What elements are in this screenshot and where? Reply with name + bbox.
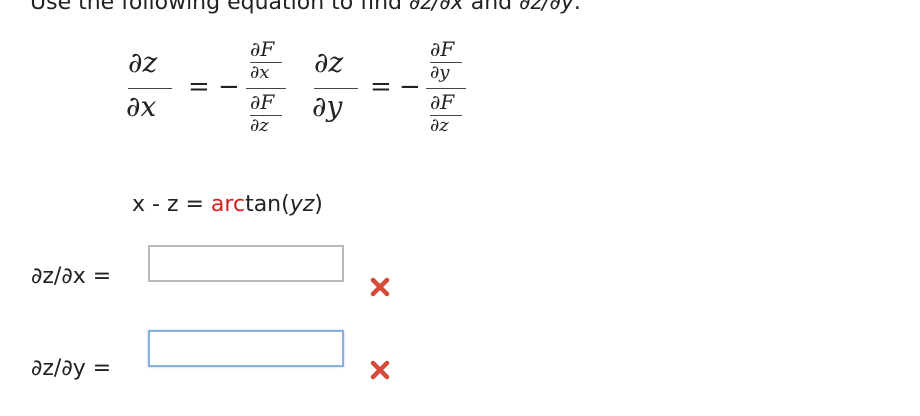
x-mark-icon — [370, 360, 390, 380]
formula-dz-small-1: ∂z — [250, 115, 269, 136]
fraction-bar-1 — [128, 88, 172, 89]
formula-dz-small-2: ∂z — [430, 115, 449, 136]
formula-dy-small: ∂y — [430, 62, 450, 83]
minus-sign-1: − — [218, 72, 240, 102]
dzdy-answer-input[interactable] — [148, 330, 344, 367]
formula-dy-denominator: ∂y — [312, 90, 343, 123]
equals-sign-1: = — [188, 72, 210, 102]
equation-lhs: x - z = — [132, 192, 211, 217]
formula-dF-4: ∂F — [430, 90, 455, 114]
instruction-text: Use the following equation to find ∂z/∂x… — [30, 0, 581, 15]
main-fraction-bar-1 — [246, 88, 286, 89]
answer-label-dzdx: ∂z/∂x = — [31, 264, 112, 289]
equation-close-paren: ) — [314, 192, 323, 217]
formula-dF-2: ∂F — [250, 90, 275, 114]
formula-dz-numerator-2: ∂z — [314, 46, 344, 79]
instruction-period: . — [573, 0, 581, 15]
formula-dx-small: ∂x — [250, 62, 270, 83]
equation-arc-prefix: arc — [210, 192, 246, 217]
formula-dF-1: ∂F — [250, 37, 275, 61]
minus-sign-2: − — [399, 72, 421, 102]
given-equation: x - z = arctan(yz) — [132, 192, 323, 217]
equals-sign-2: = — [370, 72, 392, 102]
instruction-dzdy: ∂z/∂y — [519, 0, 574, 15]
answer-label-dzdy: ∂z/∂y = — [31, 356, 112, 381]
formula-dF-3: ∂F — [430, 37, 455, 61]
instruction-and: and — [463, 0, 520, 15]
equation-argument: yz — [289, 192, 315, 217]
dzdx-answer-input[interactable] — [148, 245, 344, 282]
formula-dx-denominator: ∂x — [126, 90, 157, 123]
main-fraction-bar-2 — [426, 88, 466, 89]
instruction-lead: Use the following equation to find — [30, 0, 409, 15]
instruction-dzdx: ∂z/∂x — [408, 0, 464, 15]
formula-dz-numerator-1: ∂z — [128, 46, 158, 79]
fraction-bar-2 — [314, 88, 358, 89]
x-mark-icon — [370, 277, 390, 297]
equation-tan: tan( — [245, 192, 290, 217]
